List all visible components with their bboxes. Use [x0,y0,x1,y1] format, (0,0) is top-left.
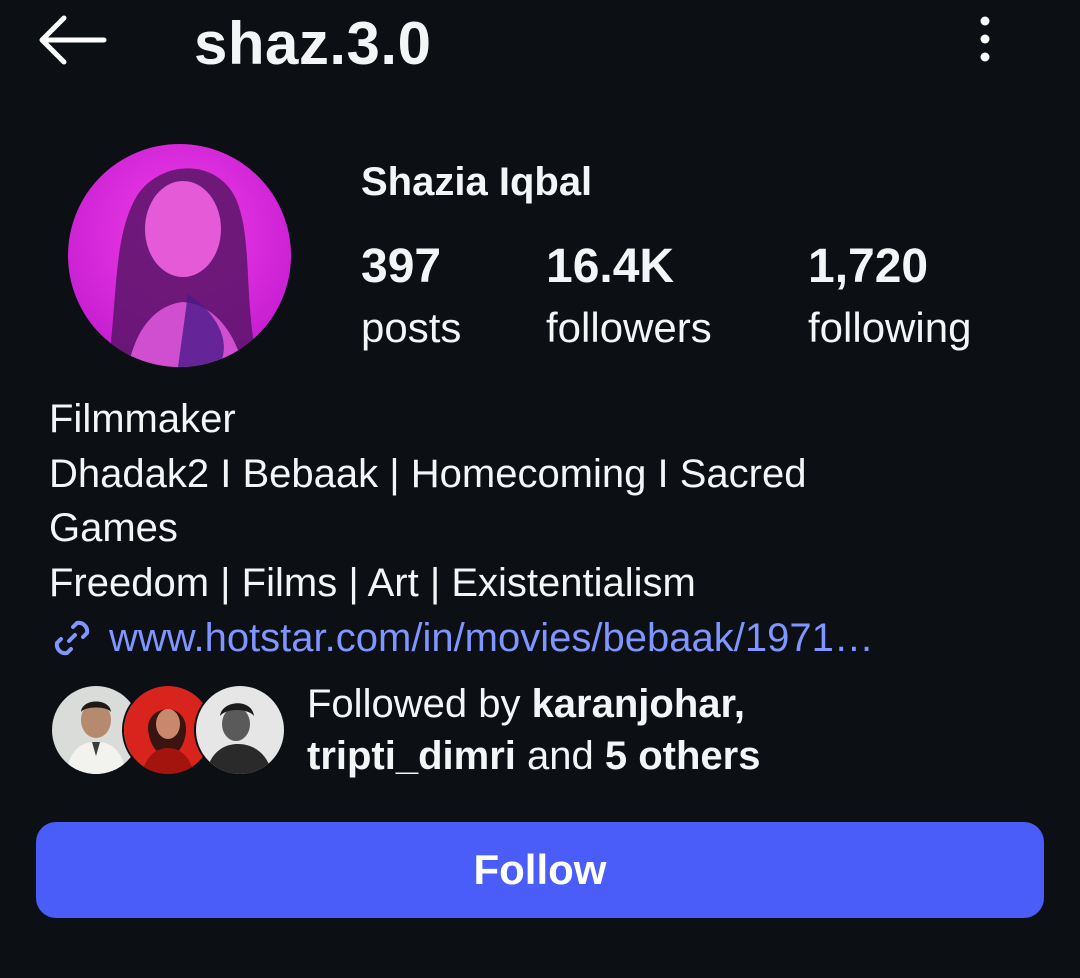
followed-by-text[interactable]: Followed by karanjohar, tripti_dimri and… [307,678,760,782]
back-button[interactable] [36,14,108,66]
arrow-left-icon [39,15,107,65]
link-text: www.hotstar.com/in/movies/bebaak/1971… [109,615,874,660]
mutual-separator: , [733,682,746,726]
bio-line: Filmmaker [49,397,236,441]
following-count[interactable]: 1,720 following [808,236,971,358]
follow-button[interactable]: Follow [36,822,1044,918]
following-label: following [808,304,972,351]
posts-count[interactable]: 397 posts [361,236,461,358]
posts-value: 397 [361,240,442,293]
profile-full-name: Shazia Iqbal [361,160,593,204]
link-icon [54,620,90,656]
followers-label: followers [546,304,712,351]
profile-avatar[interactable] [68,144,291,367]
profile-username: shaz.3.0 [194,10,432,77]
mutual-avatar [194,684,286,776]
followed-by-prefix: Followed by [307,682,532,726]
bio-line: Games [49,506,178,550]
mutual-others[interactable]: 5 others [605,734,761,778]
more-options-button[interactable] [964,12,1006,66]
profile-link[interactable]: www.hotstar.com/in/movies/bebaak/1971… [49,610,874,666]
followers-count[interactable]: 16.4K followers [546,236,712,358]
mutual-followers-avatars[interactable] [50,684,286,776]
mutual-username[interactable]: tripti_dimri [307,734,516,778]
more-vertical-icon [980,16,990,62]
bio-line: Dhadak2 I Bebaak | Homecoming I Sacred [49,451,807,496]
following-value: 1,720 [808,240,929,293]
posts-label: posts [361,304,462,351]
followed-by-and: and [515,734,605,778]
mutual-username[interactable]: karanjohar [532,682,734,726]
followers-value: 16.4K [546,240,675,293]
top-bar: shaz.3.0 [0,0,1080,90]
profile-photo [68,144,291,367]
bio-line: Freedom | Films | Art | Existentialism [49,560,696,605]
profile-bio: Filmmaker Dhadak2 I Bebaak | Homecoming … [49,392,1049,610]
